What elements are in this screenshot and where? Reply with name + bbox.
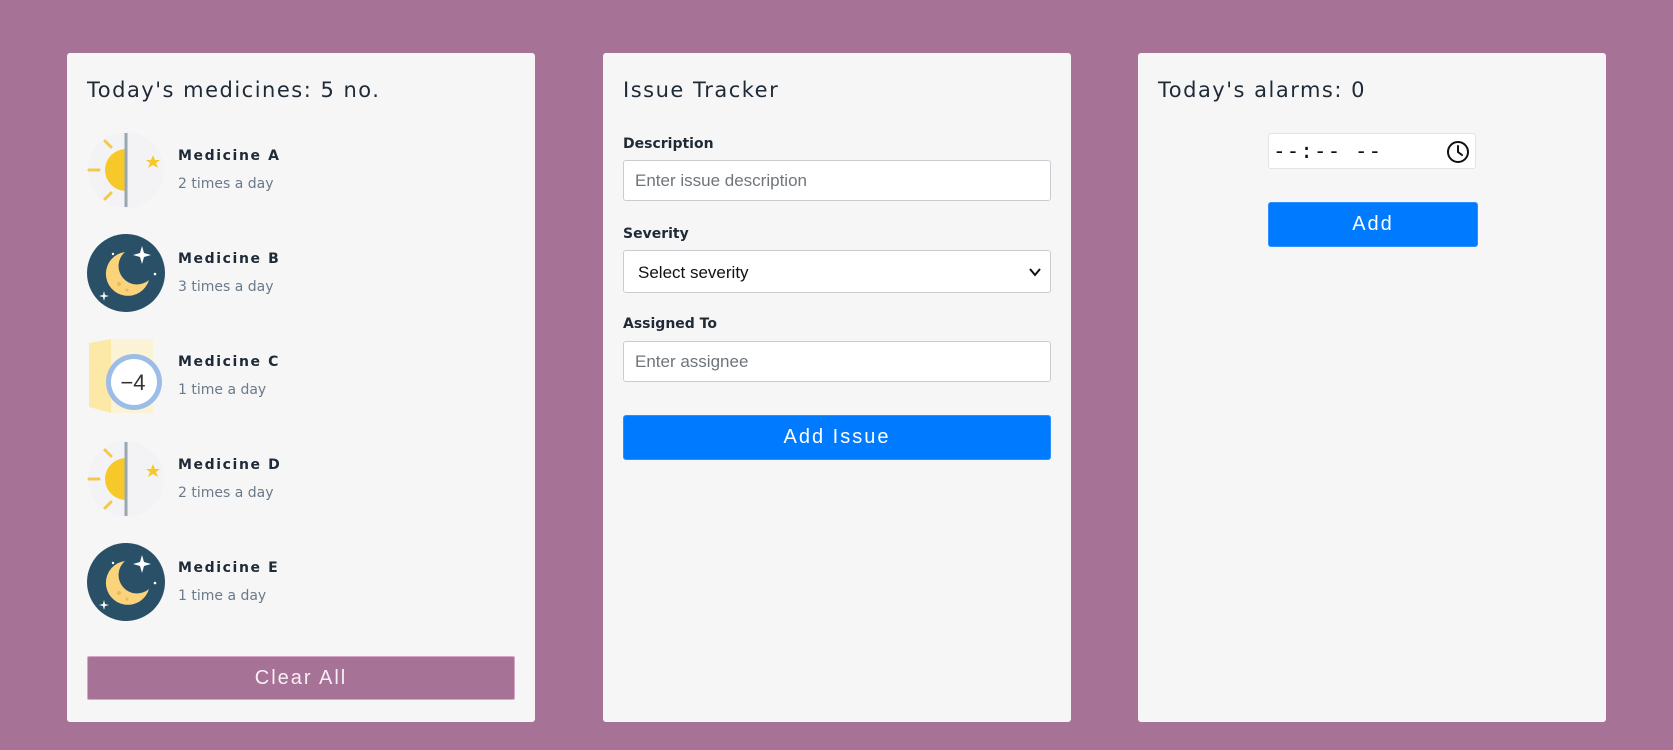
list-item[interactable]: Medicine E 1 time a day bbox=[87, 543, 515, 621]
chevron-down-icon bbox=[1028, 264, 1042, 284]
medicine-frequency: 2 times a day bbox=[178, 176, 274, 192]
alarm-time-input[interactable]: --:-- -- bbox=[1268, 133, 1476, 169]
assignee-input[interactable] bbox=[623, 341, 1051, 382]
issue-tracker-title: Issue Tracker bbox=[623, 78, 780, 102]
list-item[interactable]: −4 Medicine C 1 time a day bbox=[87, 337, 515, 415]
severity-label: Severity bbox=[623, 226, 689, 242]
medicine-list: Medicine A 2 times a day Medicine B 3 ti… bbox=[87, 131, 515, 646]
list-item[interactable]: Medicine B 3 times a day bbox=[87, 234, 515, 312]
alarms-panel: Today's alarms: 0 --:-- -- Add bbox=[1138, 53, 1606, 722]
severity-select[interactable]: Select severity bbox=[623, 250, 1051, 293]
medicines-panel: Today's medicines: 5 no. Medicine A 2 ti… bbox=[67, 53, 535, 722]
minus-four-badge-icon: −4 bbox=[87, 337, 165, 415]
night-moon-icon bbox=[87, 234, 165, 312]
svg-text:−4: −4 bbox=[120, 370, 145, 395]
add-issue-button[interactable]: Add Issue bbox=[623, 415, 1051, 460]
medicine-frequency: 2 times a day bbox=[178, 485, 274, 501]
description-label: Description bbox=[623, 136, 714, 152]
list-item[interactable]: Medicine D 2 times a day bbox=[87, 440, 515, 518]
medicine-frequency: 3 times a day bbox=[178, 279, 274, 295]
medicine-frequency: 1 time a day bbox=[178, 382, 267, 398]
medicine-name: Medicine D bbox=[178, 457, 282, 473]
severity-selected-value: Select severity bbox=[638, 263, 749, 282]
sun-moon-icon bbox=[87, 440, 165, 518]
medicine-name: Medicine A bbox=[178, 148, 281, 164]
add-alarm-button[interactable]: Add bbox=[1268, 202, 1478, 247]
alarms-title: Today's alarms: 0 bbox=[1158, 78, 1366, 102]
medicine-frequency: 1 time a day bbox=[178, 588, 267, 604]
night-moon-icon bbox=[87, 543, 165, 621]
issue-tracker-panel: Issue Tracker Description Severity Selec… bbox=[603, 53, 1071, 722]
clock-icon[interactable] bbox=[1446, 140, 1470, 168]
medicine-name: Medicine C bbox=[178, 354, 280, 370]
description-input[interactable] bbox=[623, 160, 1051, 201]
alarm-time-value: --:-- -- bbox=[1273, 139, 1383, 163]
list-item[interactable]: Medicine A 2 times a day bbox=[87, 131, 515, 209]
clear-all-button[interactable]: Clear All bbox=[87, 656, 515, 700]
medicine-name: Medicine B bbox=[178, 251, 281, 267]
assigned-to-label: Assigned To bbox=[623, 316, 717, 332]
medicines-title: Today's medicines: 5 no. bbox=[87, 78, 381, 102]
medicine-name: Medicine E bbox=[178, 560, 280, 576]
sun-moon-icon bbox=[87, 131, 165, 209]
